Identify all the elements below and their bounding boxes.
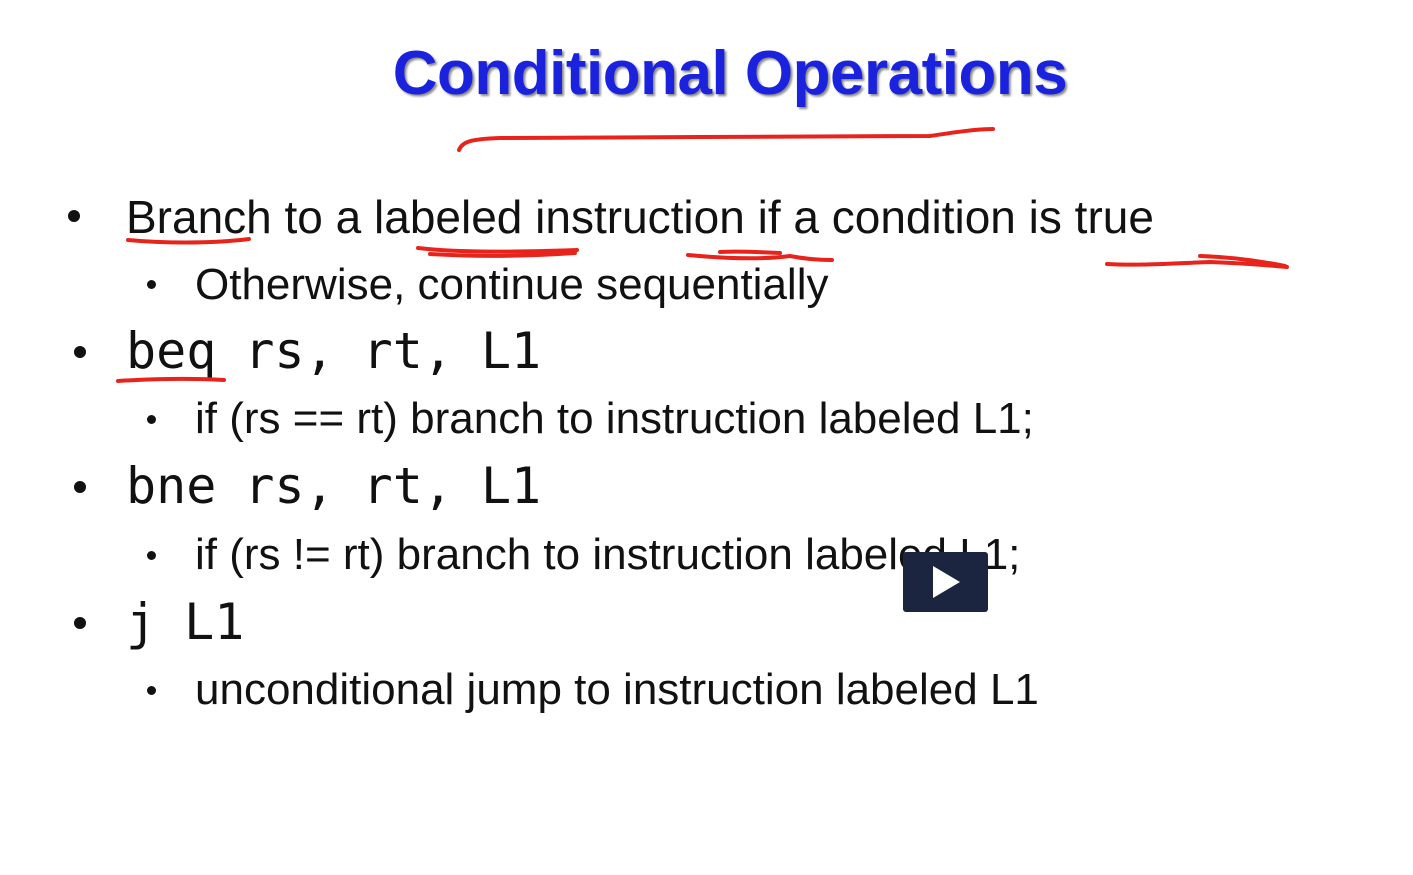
sub-bullet-text: unconditional jump to instruction labele… — [195, 665, 1039, 714]
bullet-dot — [74, 617, 86, 629]
sub-bullet-text: Otherwise, continue sequentially — [195, 260, 829, 309]
code-opcode: bne — [126, 457, 217, 515]
underline-labeled-stroke — [416, 246, 579, 258]
title-underline-stroke — [457, 127, 995, 152]
underline-true-stroke — [1105, 254, 1289, 269]
code-line-j: j L1 — [126, 597, 244, 647]
sub-bullet-text: if (rs != rt) branch to instruction labe… — [195, 530, 1021, 579]
bullet-text: Branch to a labeled instruction if a con… — [126, 191, 1154, 243]
sub-bullet-dot — [147, 551, 156, 560]
code-operand: rs, — [244, 457, 335, 515]
code-opcode: j — [126, 593, 157, 651]
code-operand: rt, — [362, 322, 453, 380]
play-button[interactable] — [903, 552, 988, 612]
code-opcode: beq — [126, 322, 217, 380]
sub-bullet-text: if (rs == rt) branch to instruction labe… — [195, 394, 1034, 443]
code-operand: rt, — [362, 457, 453, 515]
code-operand: L1 — [480, 322, 542, 380]
code-line-bne: bne rs, rt, L1 — [126, 461, 541, 511]
play-icon — [931, 565, 961, 599]
bullet-dot — [74, 481, 86, 493]
slide-title: Conditional Operations — [392, 39, 1068, 108]
code-operand: rs, — [244, 322, 335, 380]
sub-bullet-dot — [147, 415, 156, 424]
bullet-dot — [74, 346, 86, 358]
code-operand: L1 — [184, 593, 245, 651]
underline-instruction-stroke — [686, 249, 834, 262]
code-line-beq: beq rs, rt, L1 — [126, 326, 541, 376]
sub-bullet-dot — [147, 280, 156, 289]
code-operand: L1 — [480, 457, 542, 515]
bullet-dot — [68, 210, 80, 222]
sub-bullet-dot — [147, 686, 156, 695]
